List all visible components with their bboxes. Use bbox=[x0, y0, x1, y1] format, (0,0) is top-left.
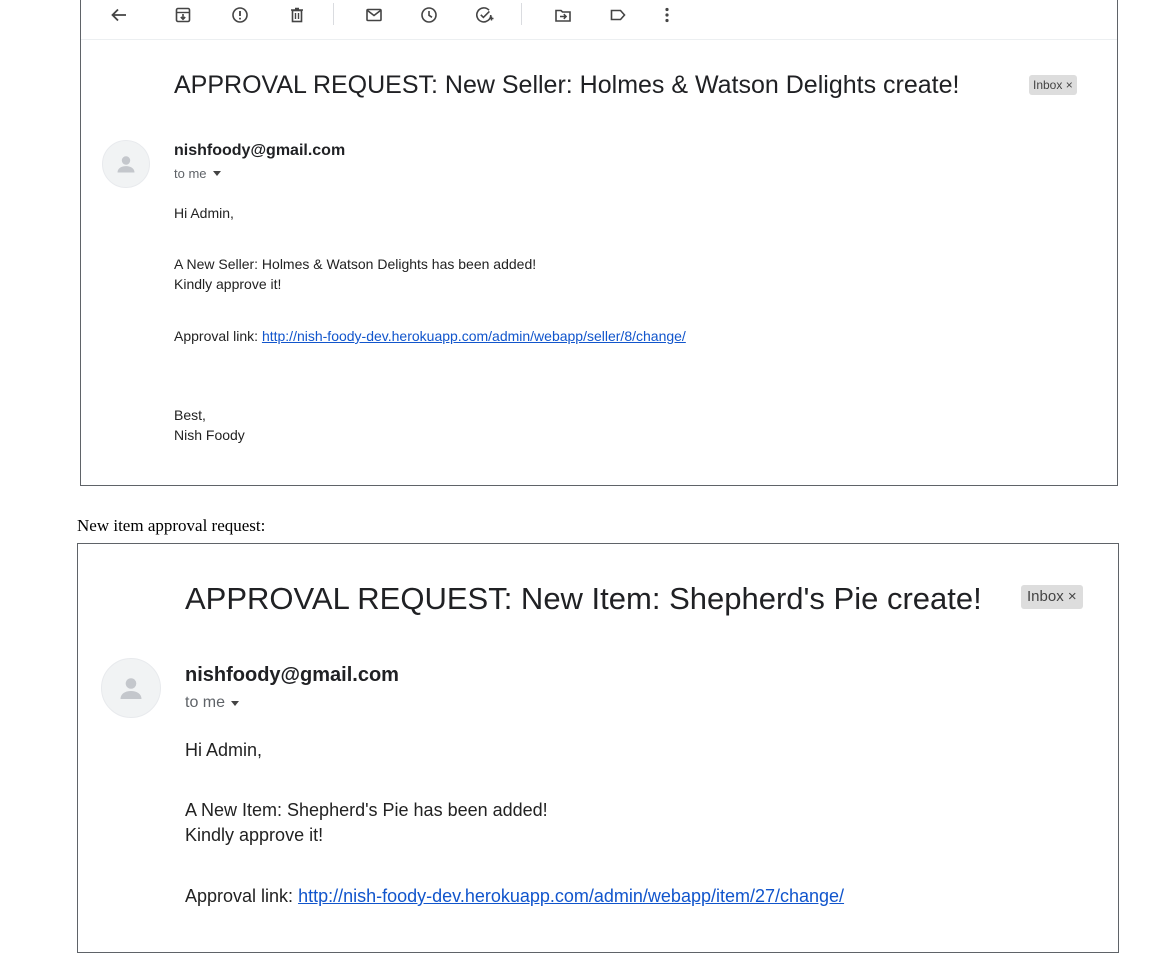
email-signoff: Best, bbox=[174, 407, 206, 423]
email-greeting: Hi Admin, bbox=[174, 205, 234, 221]
email-body-line: A New Seller: Holmes & Watson Delights h… bbox=[174, 256, 537, 272]
person-icon bbox=[117, 156, 135, 173]
delete-icon[interactable] bbox=[283, 1, 311, 29]
email-body-line: Kindly approve it! bbox=[174, 276, 282, 292]
labels-icon[interactable] bbox=[604, 1, 632, 29]
email-signature: Nish Foody bbox=[174, 427, 245, 443]
email-view-item: APPROVAL REQUEST: New Item: Shepherd's P… bbox=[77, 543, 1119, 953]
approval-link-line: Approval link: http://nish-foody-dev.her… bbox=[185, 886, 844, 907]
email-body-line: A New Item: Shepherd's Pie has been adde… bbox=[185, 800, 548, 820]
move-to-icon[interactable] bbox=[549, 1, 577, 29]
recipient-label: to me bbox=[185, 694, 226, 711]
recipient-dropdown[interactable]: to me bbox=[185, 694, 240, 712]
sender-email: nishfoody@gmail.com bbox=[185, 664, 399, 686]
report-spam-icon[interactable] bbox=[226, 1, 254, 29]
person-icon bbox=[120, 678, 142, 699]
email-subject: APPROVAL REQUEST: New Seller: Holmes & W… bbox=[174, 71, 960, 99]
recipient-dropdown[interactable]: to me bbox=[174, 166, 221, 181]
approval-link-label: Approval link: bbox=[185, 886, 299, 906]
approval-link[interactable]: http://nish-foody-dev.herokuapp.com/admi… bbox=[262, 328, 686, 344]
mark-unread-icon[interactable] bbox=[360, 1, 388, 29]
toolbar-divider bbox=[521, 3, 522, 25]
avatar bbox=[102, 140, 150, 188]
email-subject: APPROVAL REQUEST: New Item: Shepherd's P… bbox=[185, 581, 982, 616]
avatar bbox=[101, 658, 161, 718]
figure-caption: New item approval request: bbox=[77, 516, 266, 535]
caret-down-icon bbox=[231, 700, 240, 706]
approval-link-label: Approval link: bbox=[174, 328, 262, 344]
email-body-line: Kindly approve it! bbox=[185, 825, 324, 845]
sender-email: nishfoody@gmail.com bbox=[174, 142, 346, 159]
email-toolbar bbox=[81, 1, 1117, 40]
approval-link[interactable]: http://nish-foody-dev.herokuapp.com/admi… bbox=[298, 886, 844, 906]
recipient-label: to me bbox=[174, 166, 207, 181]
inbox-label-chip[interactable]: Inbox × bbox=[1029, 75, 1077, 95]
toolbar-divider bbox=[333, 3, 334, 25]
snooze-icon[interactable] bbox=[415, 1, 443, 29]
approval-link-line: Approval link: http://nish-foody-dev.her… bbox=[174, 328, 686, 344]
inbox-label-chip[interactable]: Inbox × bbox=[1021, 585, 1083, 609]
email-greeting: Hi Admin, bbox=[185, 740, 263, 760]
back-arrow-icon[interactable] bbox=[105, 1, 133, 29]
more-options-icon[interactable] bbox=[653, 1, 681, 29]
add-to-tasks-icon[interactable] bbox=[471, 1, 499, 29]
caret-down-icon bbox=[212, 171, 221, 176]
archive-icon[interactable] bbox=[169, 1, 197, 29]
email-view-seller: APPROVAL REQUEST: New Seller: Holmes & W… bbox=[80, 0, 1118, 486]
